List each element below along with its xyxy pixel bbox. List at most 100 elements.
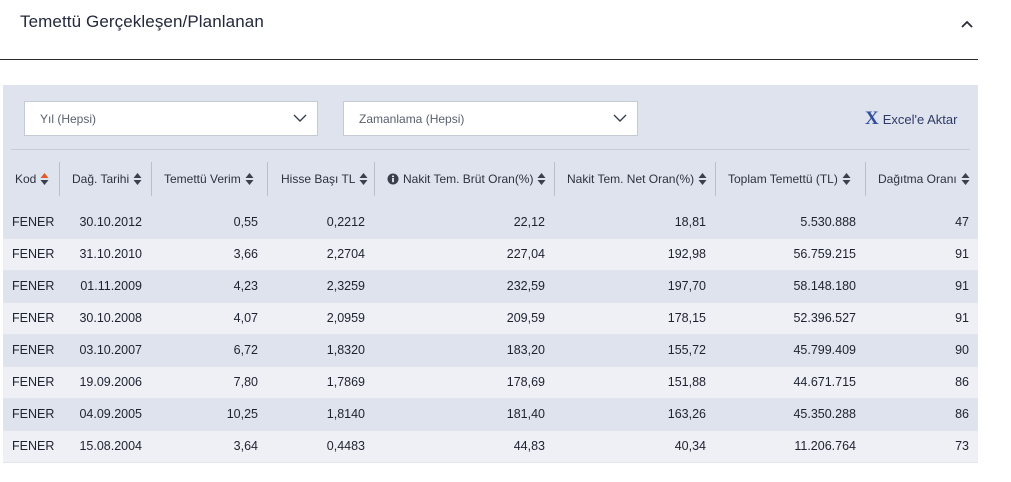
section-header: Temettü Gerçekleşen/Planlanan: [0, 0, 978, 60]
cell-toplam-temettu: 11.206.764: [794, 439, 856, 453]
info-icon[interactable]: [387, 173, 399, 185]
cell-temettu-verim: 7,80: [233, 375, 258, 389]
section-title: Temettü Gerçekleşen/Planlanan: [20, 12, 264, 31]
excel-x-icon: X: [865, 108, 879, 129]
cell-toplam-temettu: 58.148.180: [793, 279, 856, 293]
cell-toplam-temettu: 56.759.215: [793, 247, 856, 261]
column-header-label: Toplam Temettü (TL): [728, 172, 838, 186]
cell-dag-tarihi: 30.10.2012: [79, 215, 142, 229]
chevron-down-icon: [613, 114, 627, 122]
cell-dag-tarihi: 15.08.2004: [79, 439, 142, 453]
table-body: FENER 30.10.2012 0,55 0,2212 22,12 18,81 5.530…: [3, 207, 978, 463]
cell-dag-tarihi: 31.10.2010: [79, 247, 142, 261]
column-header-temettu-verim[interactable]: Temettü Verim: [164, 162, 254, 196]
column-divider: [267, 162, 268, 196]
cell-dagitma-orani: 91: [955, 311, 969, 325]
cell-hisse-basi-tl: 1,8140: [326, 407, 365, 421]
cell-kod: FENER: [12, 407, 55, 421]
cell-nakit-net-oran: 155,72: [667, 343, 706, 357]
column-header-label: Dağ. Tarihi: [72, 172, 130, 186]
cell-nakit-brut-oran: 178,69: [506, 375, 545, 389]
cell-nakit-brut-oran: 44,83: [513, 439, 545, 453]
column-header-toplam-temettu[interactable]: Toplam Temettü (TL): [728, 162, 851, 196]
cell-nakit-brut-oran: 183,20: [506, 343, 545, 357]
cell-dag-tarihi: 03.10.2007: [79, 343, 142, 357]
column-divider: [151, 162, 152, 196]
column-header-label: Dağıtma Oranı: [878, 172, 957, 186]
cell-toplam-temettu: 52.396.527: [793, 311, 856, 325]
cell-toplam-temettu: 5.530.888: [800, 215, 856, 229]
cell-hisse-basi-tl: 1,8320: [326, 343, 365, 357]
cell-hisse-basi-tl: 2,0959: [326, 311, 365, 325]
cell-dagitma-orani: 73: [955, 439, 969, 453]
column-header-hisse-basi-tl[interactable]: Hisse Başı TL: [281, 162, 368, 196]
cell-kod: FENER: [12, 279, 55, 293]
cell-nakit-brut-oran: 209,59: [506, 311, 545, 325]
cell-kod: FENER: [12, 343, 55, 357]
cell-kod: FENER: [12, 311, 55, 325]
table-row: FENER 15.08.2004 3,64 0,4483 44,83 40,34 11.20…: [3, 431, 978, 463]
table-row: FENER 30.10.2008 4,07 2,0959 209,59 178,15 52.…: [3, 303, 978, 335]
export-excel-button[interactable]: X Excel'e Aktar: [865, 108, 958, 129]
collapse-button[interactable]: [956, 14, 978, 34]
column-divider: [554, 162, 555, 196]
column-header-kod[interactable]: Kod: [15, 162, 49, 196]
cell-nakit-net-oran: 40,34: [674, 439, 706, 453]
column-header-label: Kod: [15, 172, 37, 186]
cell-temettu-verim: 3,66: [233, 247, 258, 261]
sort-icon: [842, 173, 851, 185]
cell-kod: FENER: [12, 375, 55, 389]
header-divider: [11, 149, 970, 150]
sort-icon: [537, 173, 546, 185]
cell-hisse-basi-tl: 2,3259: [326, 279, 365, 293]
cell-hisse-basi-tl: 2,2704: [326, 247, 365, 261]
column-header-dag-tarihi[interactable]: Dağ. Tarihi: [72, 162, 142, 196]
column-header-dagitma-orani[interactable]: Dağıtma Oranı: [878, 162, 970, 196]
cell-dagitma-orani: 47: [955, 215, 969, 229]
cell-temettu-verim: 4,07: [233, 311, 258, 325]
cell-dagitma-orani: 86: [955, 375, 969, 389]
cell-dagitma-orani: 91: [955, 247, 969, 261]
cell-nakit-net-oran: 197,70: [667, 279, 706, 293]
timing-filter-value: Zamanlama (Hepsi): [359, 112, 465, 126]
table-row: FENER 03.10.2007 6,72 1,8320 183,20 155,72 45.…: [3, 335, 978, 367]
chevron-up-icon: [961, 20, 973, 28]
cell-hisse-basi-tl: 0,2212: [326, 215, 365, 229]
timing-filter-dropdown[interactable]: Zamanlama (Hepsi): [343, 101, 638, 136]
cell-kod: FENER: [12, 215, 55, 229]
cell-nakit-brut-oran: 181,40: [506, 407, 545, 421]
sort-icon: [961, 173, 970, 185]
chevron-down-icon: [293, 114, 307, 122]
cell-toplam-temettu: 45.799.409: [793, 343, 856, 357]
export-excel-label: Excel'e Aktar: [882, 111, 958, 127]
cell-dagitma-orani: 91: [955, 279, 969, 293]
sort-icon: [133, 173, 142, 185]
cell-temettu-verim: 4,23: [233, 279, 258, 293]
year-filter-dropdown[interactable]: Yıl (Hepsi): [24, 101, 318, 136]
cell-hisse-basi-tl: 0,4483: [326, 439, 365, 453]
column-header-nakit-brut-oran[interactable]: Nakit Tem. Brüt Oran(%): [387, 162, 546, 196]
cell-nakit-net-oran: 163,26: [667, 407, 706, 421]
sort-active-icon: [40, 173, 49, 185]
cell-nakit-net-oran: 18,81: [674, 215, 706, 229]
cell-dag-tarihi: 30.10.2008: [79, 311, 142, 325]
sort-icon: [359, 173, 368, 185]
table-row: FENER 01.11.2009 4,23 2,3259 232,59 197,70 58.…: [3, 271, 978, 303]
cell-toplam-temettu: 45.350.288: [793, 407, 856, 421]
cell-dagitma-orani: 86: [955, 407, 969, 421]
cell-dag-tarihi: 01.11.2009: [80, 279, 142, 293]
column-header-nakit-net-oran[interactable]: Nakit Tem. Net Oran(%): [567, 162, 707, 196]
cell-nakit-brut-oran: 232,59: [506, 279, 545, 293]
column-divider: [59, 162, 60, 196]
column-divider: [865, 162, 866, 196]
column-header-label: Hisse Başı TL: [281, 172, 356, 186]
cell-nakit-brut-oran: 22,12: [513, 215, 545, 229]
column-divider: [374, 162, 375, 196]
cell-temettu-verim: 3,64: [233, 439, 258, 453]
table-row: FENER 04.09.2005 10,25 1,8140 181,40 163,26 45…: [3, 399, 978, 431]
cell-nakit-net-oran: 151,88: [667, 375, 706, 389]
table-row: FENER 31.10.2010 3,66 2,2704 227,04 192,98 56.…: [3, 239, 978, 271]
column-divider: [715, 162, 716, 196]
cell-nakit-brut-oran: 227,04: [506, 247, 545, 261]
table-row: FENER 19.09.2006 7,80 1,7869 178,69 151,88 44.…: [3, 367, 978, 399]
